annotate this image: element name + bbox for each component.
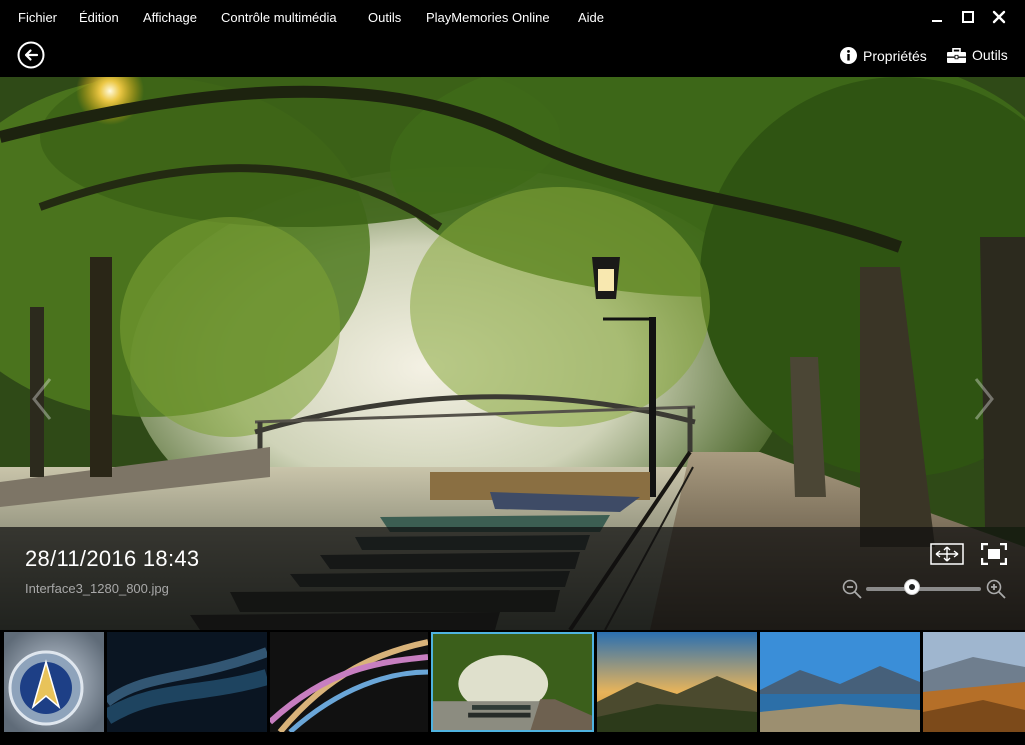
menu-edition[interactable]: Édition — [79, 10, 119, 25]
menu-outils[interactable]: Outils — [368, 10, 401, 25]
menu-aide[interactable]: Aide — [578, 10, 604, 25]
toolbox-icon — [947, 47, 966, 63]
close-icon[interactable] — [990, 8, 1008, 26]
zoom-slider-thumb[interactable] — [904, 579, 920, 595]
menu-bar: Fichier Édition Affichage Contrôle multi… — [0, 0, 1025, 33]
toolbar: Propriétés Outils — [0, 33, 1025, 77]
thumbnail-abstract-light-streaks[interactable] — [270, 632, 428, 732]
menu-affichage[interactable]: Affichage — [143, 10, 197, 25]
photo-date: 28/11/2016 18:43 — [25, 546, 200, 571]
thumbnail-tree-lined-canal[interactable] — [431, 632, 594, 732]
thumbnail-abstract-blue-wave[interactable] — [107, 632, 267, 732]
previous-arrow-icon[interactable] — [30, 377, 54, 421]
zoom-out-icon[interactable] — [842, 579, 862, 599]
filmstrip — [0, 630, 1025, 745]
thumbnail-mountain-sunset[interactable] — [597, 632, 757, 732]
fit-to-window-icon[interactable] — [930, 543, 964, 565]
maximize-icon[interactable] — [959, 8, 977, 26]
info-icon — [840, 47, 857, 64]
menu-playmemories-online[interactable]: PlayMemories Online — [426, 10, 550, 25]
minimize-icon[interactable] — [928, 8, 946, 26]
next-arrow-icon[interactable] — [972, 377, 996, 421]
thumbnail-lake-mountains[interactable] — [760, 632, 920, 732]
tools-button[interactable]: Outils — [947, 47, 1008, 63]
tools-label: Outils — [972, 47, 1008, 63]
menu-controle-multimedia[interactable]: Contrôle multimédia — [221, 10, 337, 25]
photo-info-bar: 28/11/2016 18:43 Interface3_1280_800.jpg — [0, 527, 1025, 630]
back-arrow-icon[interactable] — [17, 41, 45, 69]
fullscreen-icon[interactable] — [981, 543, 1007, 565]
properties-label: Propriétés — [863, 47, 927, 64]
thumbnail-starfleet-emblem[interactable] — [4, 632, 104, 732]
photo-filename: Interface3_1280_800.jpg — [25, 581, 169, 596]
zoom-slider-track[interactable] — [866, 587, 981, 591]
photo-viewer: 28/11/2016 18:43 Interface3_1280_800.jpg — [0, 77, 1025, 630]
menu-fichier[interactable]: Fichier — [18, 10, 57, 25]
thumbnail-autumn-hills[interactable] — [923, 632, 1025, 732]
zoom-in-icon[interactable] — [986, 579, 1006, 599]
properties-button[interactable]: Propriétés — [840, 47, 927, 64]
